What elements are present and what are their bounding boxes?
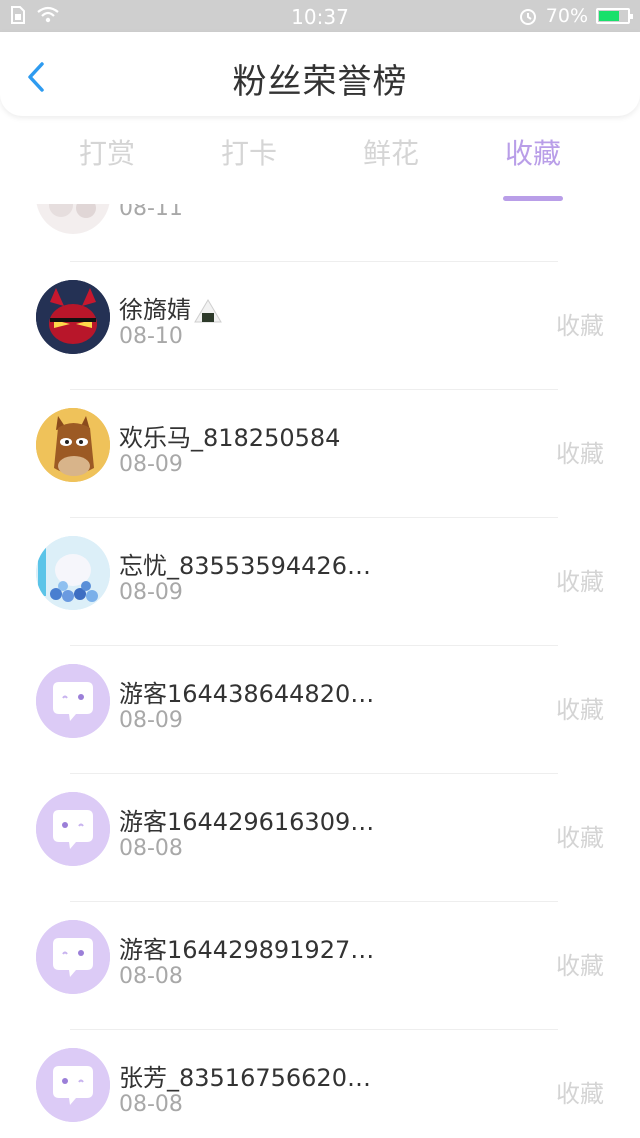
- default-chat-avatar: [36, 1048, 110, 1122]
- tab-label: 鲜花: [362, 137, 419, 170]
- list-item-name: 游客164429616309…: [119, 808, 375, 836]
- cartoon-horse-avatar: [36, 408, 110, 482]
- list-item-date: 08-08: [119, 1092, 183, 1117]
- favorite-label: 收藏: [556, 568, 604, 596]
- app-header: 粉丝荣誉榜: [0, 32, 640, 116]
- tab-label: 收藏: [504, 137, 561, 170]
- favorite-label: 收藏: [556, 696, 604, 724]
- battery-icon: [596, 8, 633, 24]
- default-chat-avatar: [36, 920, 110, 994]
- list-item-name: 张芳_83516756620…: [119, 1064, 371, 1092]
- avatar: [36, 408, 110, 482]
- list-item-date: 08-09: [119, 708, 183, 733]
- favorite-label: 收藏: [556, 312, 604, 340]
- avatar: [36, 664, 110, 738]
- list-item[interactable]: 欢乐马_818250584 08-09 收藏: [0, 390, 640, 518]
- list-item-name: 游客164438644820…: [119, 680, 375, 708]
- cartoon-villain-avatar: [36, 280, 110, 354]
- tab-reward[interactable]: 打赏: [52, 132, 162, 172]
- list-item[interactable]: 徐旖婧 08-10 收藏: [0, 262, 640, 390]
- avatar: [36, 280, 110, 354]
- battery-fill: [599, 11, 619, 21]
- list-item-date: 08-09: [119, 580, 183, 605]
- list-item[interactable]: 08-11: [0, 204, 640, 262]
- tab-label: 打赏: [78, 137, 135, 170]
- list-item[interactable]: 张芳_83516756620… 08-08 收藏: [0, 1030, 640, 1138]
- list-item[interactable]: 游客164429891927… 08-08 收藏: [0, 902, 640, 1030]
- list-item-name: 徐旖婧: [119, 290, 223, 325]
- avatar: [36, 204, 110, 234]
- bubbles-avatar: [36, 536, 110, 610]
- onigiri-emoji-icon: [194, 299, 222, 323]
- tab-label: 打卡: [220, 137, 277, 170]
- list-item-name: 忘忧_83553594426…: [119, 552, 371, 580]
- favorite-label: 收藏: [556, 824, 604, 852]
- list-item-date: 08-11: [119, 204, 183, 221]
- list-item-date: 08-08: [119, 964, 183, 989]
- page-title: 粉丝荣誉榜: [232, 62, 408, 102]
- tab-bar: 打赏 打卡 鲜花 收藏: [0, 116, 640, 204]
- list-item-name-text: 徐旖婧: [119, 296, 191, 324]
- default-chat-avatar: [36, 664, 110, 738]
- favorite-label: 收藏: [556, 952, 604, 980]
- fan-list[interactable]: 08-11 徐旖婧 08-10 收藏 欢乐马_818250584 08-09 收…: [0, 204, 640, 1138]
- avatar: [36, 792, 110, 866]
- avatar: [36, 920, 110, 994]
- list-item-date: 08-09: [119, 452, 183, 477]
- avatar: [36, 1048, 110, 1122]
- status-bar: 10:37 70%: [0, 0, 640, 32]
- list-item-date: 08-10: [119, 324, 183, 349]
- active-tab-indicator: [503, 196, 563, 201]
- list-item-date: 08-08: [119, 836, 183, 861]
- alarm-icon: [519, 9, 536, 25]
- default-chat-avatar: [36, 792, 110, 866]
- list-item[interactable]: 游客164438644820… 08-09 收藏: [0, 646, 640, 774]
- favorite-label: 收藏: [556, 1080, 604, 1108]
- tab-flowers[interactable]: 鲜花: [336, 132, 446, 172]
- avatar: [36, 536, 110, 610]
- list-item[interactable]: 游客164429616309… 08-08 收藏: [0, 774, 640, 902]
- list-item-name: 游客164429891927…: [119, 936, 375, 964]
- list-item[interactable]: 忘忧_83553594426… 08-09 收藏: [0, 518, 640, 646]
- list-item-name: 欢乐马_818250584: [119, 424, 341, 452]
- favorite-label: 收藏: [556, 440, 604, 468]
- tab-favorites[interactable]: 收藏: [478, 132, 588, 201]
- tab-checkin[interactable]: 打卡: [194, 132, 304, 172]
- battery-percent: 70%: [545, 5, 588, 27]
- status-right-icons: 70%: [518, 5, 633, 27]
